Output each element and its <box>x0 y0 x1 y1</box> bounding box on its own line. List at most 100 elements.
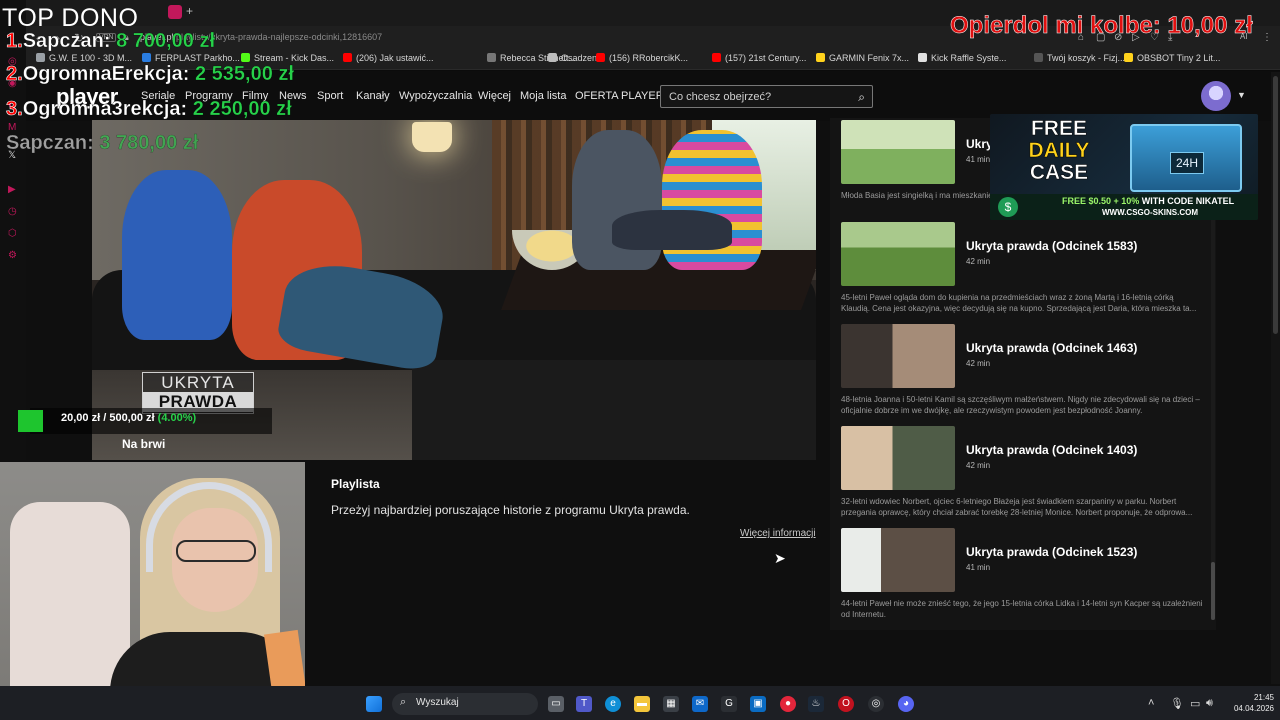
monitor-icon[interactable]: ▭ <box>1190 697 1200 710</box>
ranking-entry: 1.Sapczan: 8 700,00 zł <box>6 30 215 53</box>
bookmark-item[interactable]: Kick Raffle Syste... <box>918 53 1006 63</box>
file-explorer-icon[interactable]: ▬ <box>634 696 650 712</box>
discord-icon[interactable]: ◕ <box>898 696 914 712</box>
episode-duration: 42 min <box>966 359 991 368</box>
profile-avatar[interactable] <box>1201 81 1231 111</box>
microphone-icon[interactable]: 🎙︎ <box>1170 697 1184 710</box>
donation-goal-fill <box>18 410 43 432</box>
taskbar-search-input[interactable] <box>416 697 528 708</box>
page-scrollbar[interactable] <box>1271 72 1280 684</box>
bookmark-item[interactable]: (156) RRobercikK... <box>596 53 688 63</box>
store-icon[interactable]: ▦ <box>663 696 679 712</box>
nav-item[interactable]: Wypożyczalnia <box>399 90 472 102</box>
episode-thumbnail[interactable] <box>841 222 955 286</box>
episode-title[interactable]: Ukryta prawda (Odcinek 1403) <box>966 443 1137 457</box>
nav-item[interactable]: Więcej <box>478 90 511 102</box>
episode-thumbnail[interactable] <box>841 528 955 592</box>
video-frame-rug <box>412 360 816 460</box>
episode-description: 32-letni wdowiec Norbert, ojciec 6-letni… <box>841 497 1193 517</box>
episode-description: 44-letni Paweł nie może znieść tego, że … <box>841 599 1203 619</box>
page-scroll-thumb[interactable] <box>1273 76 1278 334</box>
windows-start-icon[interactable] <box>366 696 382 712</box>
bookmark-item[interactable]: Stream - Kick Das... <box>241 53 334 63</box>
episode-description: 45-letni Paweł ogląda dom do kupienia na… <box>841 293 1197 313</box>
app-icon[interactable]: ▣ <box>750 696 766 712</box>
obs-icon[interactable]: ● <box>780 696 796 712</box>
taskbar-clock[interactable]: 21:45 04.04.2026 <box>1222 692 1274 714</box>
clock-date: 04.04.2026 <box>1233 704 1274 713</box>
bookmark-item[interactable]: (206) Jak ustawić... <box>343 53 434 63</box>
bookmark-item[interactable]: OBSBOT Tiny 2 Lit... <box>1124 53 1220 63</box>
clock-icon[interactable]: ◷ <box>8 206 17 217</box>
episode-list-scroll-thumb[interactable] <box>1211 562 1215 620</box>
bookmark-item[interactable]: Osadzeni <box>548 53 599 63</box>
mail-icon[interactable]: ✉ <box>692 696 708 712</box>
new-tab-icon[interactable]: + <box>186 4 193 18</box>
bookmark-item[interactable]: GARMIN Fenix 7x... <box>816 53 909 63</box>
ranking-amount: 2 250,00 zł <box>192 98 292 120</box>
bookmark-label: (157) 21st Century... <box>725 53 807 63</box>
bookmark-favicon <box>596 53 605 62</box>
episode-thumbnail[interactable] <box>841 426 955 490</box>
sidebar-app-icon[interactable]: ⬡ <box>8 228 17 239</box>
nav-item[interactable]: Moja lista <box>520 90 566 102</box>
bookmark-label: Kick Raffle Syste... <box>931 53 1007 63</box>
gear-icon[interactable]: ⚙ <box>8 250 17 261</box>
nav-item[interactable]: Kanały <box>356 90 390 102</box>
case-box-icon: 24H <box>1130 124 1242 192</box>
site-search-input[interactable] <box>669 90 849 104</box>
latest-donation-name: Opierdol mi kolbe: <box>950 12 1161 40</box>
bookmark-item[interactable]: G.W. E 100 - 3D M... <box>36 53 132 63</box>
edge-icon[interactable]: e <box>605 696 621 712</box>
bookmark-item[interactable]: (157) 21st Century... <box>712 53 806 63</box>
episode-thumbnail[interactable] <box>841 324 955 388</box>
video-frame-lamp <box>412 122 452 152</box>
steam-icon[interactable]: ♨ <box>808 696 824 712</box>
nav-item[interactable]: OFERTA PLAYER <box>575 90 664 102</box>
search-icon[interactable]: ⌕ <box>858 90 865 105</box>
bookmark-label: Stream - Kick Das... <box>254 53 335 63</box>
chevron-down-icon[interactable]: ▼ <box>1237 90 1246 100</box>
menu-icon[interactable]: ⋮ <box>1262 32 1272 43</box>
episode-duration: 41 min <box>966 563 991 572</box>
donation-goal-text: 20,00 zł / 500,00 zł (4.00%) <box>61 412 196 424</box>
bookmark-label: GARMIN Fenix 7x... <box>829 53 910 63</box>
webcam-feed <box>0 462 305 720</box>
ad-line1: FREE <box>1030 117 1088 140</box>
sidebar-app-icon[interactable]: ▶ <box>8 184 16 195</box>
more-info-link[interactable]: Więcej informacji <box>740 528 816 539</box>
ad-site: WWW.CSGO-SKINS.COM <box>1102 208 1198 217</box>
ad-promo-offer: FREE $0.50 + 10% <box>1062 196 1140 206</box>
clock-time: 21:45 <box>1253 693 1274 702</box>
episode-title[interactable]: Ukryta prawda (Odcinek 1523) <box>966 545 1137 559</box>
ranking-position: 2. <box>6 63 23 86</box>
video-frame-person <box>122 170 232 340</box>
latest-donation: Opierdol mi kolbe: 10,00 zł <box>950 12 1253 40</box>
app-icon[interactable]: ◎ <box>868 696 884 712</box>
ranking-name: Sapczan: <box>22 30 111 52</box>
opera-icon[interactable]: O <box>838 696 854 712</box>
episode-duration: 42 min <box>966 461 991 470</box>
ranking-amount: 8 700,00 zł <box>116 30 216 52</box>
ranking-position: 1. <box>6 30 23 53</box>
bookmark-label: G.W. E 100 - 3D M... <box>49 53 133 63</box>
task-view-icon[interactable]: ▭ <box>548 696 564 712</box>
episode-title[interactable]: Ukryta prawda (Odcinek 1583) <box>966 239 1137 253</box>
taskbar-search[interactable]: ⌕ <box>392 693 538 715</box>
volume-icon[interactable]: 🔊︎ <box>1206 697 1213 710</box>
bookmark-item[interactable]: Twój koszyk - Fizj... <box>1034 53 1125 63</box>
chevron-up-icon[interactable]: ˄ <box>1148 697 1154 709</box>
site-search[interactable]: ⌕ <box>660 85 873 108</box>
csgo-skins-ad[interactable]: FREE DAILY CASE 24H $ FREE $0.50 + 10% W… <box>990 114 1258 220</box>
teams-icon[interactable]: T <box>576 696 592 712</box>
ranking-amount: 2 535,00 zł <box>194 63 294 85</box>
episode-thumbnail[interactable] <box>841 120 955 184</box>
nav-item[interactable]: Sport <box>317 90 343 102</box>
bookmark-item[interactable]: FERPLAST Parkho... <box>142 53 240 63</box>
bookmark-label: (206) Jak ustawić... <box>356 53 434 63</box>
app-icon[interactable]: G <box>721 696 737 712</box>
active-tab-favicon[interactable] <box>168 5 182 19</box>
ad-line2: DAILY <box>1028 139 1090 162</box>
episode-title[interactable]: Ukryta prawda (Odcinek 1463) <box>966 341 1137 355</box>
episode-duration: 42 min <box>966 257 991 266</box>
